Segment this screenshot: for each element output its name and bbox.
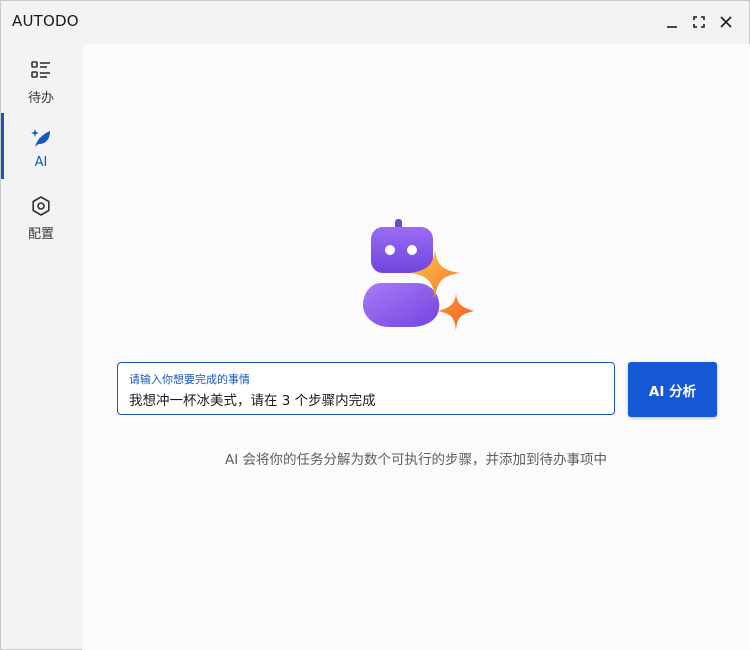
settings-gear-icon	[32, 196, 50, 216]
minimize-button[interactable]	[661, 11, 683, 33]
ai-analyze-button[interactable]: AI 分析	[628, 362, 717, 417]
task-input-value[interactable]: 我想冲一杯冰美式，请在 3 个步骤内完成	[129, 389, 599, 409]
maximize-button[interactable]	[688, 11, 710, 33]
sidebar-item-label: 配置	[27, 227, 54, 242]
sidebar-item-ai[interactable]: AI	[1, 115, 81, 181]
main-content: 请输入你想要完成的事情 我想冲一杯冰美式，请在 3 个步骤内完成 AI 分析 A…	[82, 44, 750, 650]
maximize-icon	[693, 16, 705, 28]
app-title: AUTODO	[12, 12, 79, 30]
close-button[interactable]	[715, 11, 737, 33]
task-input-field[interactable]: 请输入你想要完成的事情 我想冲一杯冰美式，请在 3 个步骤内完成	[117, 362, 615, 415]
title-bar[interactable]: AUTODO	[1, 1, 749, 43]
task-input-label: 请输入你想要完成的事情	[129, 373, 250, 386]
sidebar-item-label: AI	[34, 155, 48, 170]
close-icon	[720, 16, 732, 28]
minimize-icon	[667, 26, 677, 28]
ai-sparkle-leaf-icon	[31, 129, 50, 147]
todo-list-icon	[31, 61, 50, 78]
hint-text: AI 会将你的任务分解为数个可执行的步骤，并添加到待办事项中	[224, 452, 607, 468]
robot-sparkle-icon	[363, 219, 474, 331]
sidebar: 待办 AI 配置	[1, 43, 81, 649]
app-window: AUTODO 待办 AI 配置 请输入你想要完成的事情 我想冲一杯冰美式，请在 …	[0, 0, 750, 650]
sidebar-item-todo[interactable]: 待办	[1, 47, 81, 113]
sidebar-item-label: 待办	[27, 91, 54, 106]
sidebar-item-settings[interactable]: 配置	[1, 183, 81, 249]
